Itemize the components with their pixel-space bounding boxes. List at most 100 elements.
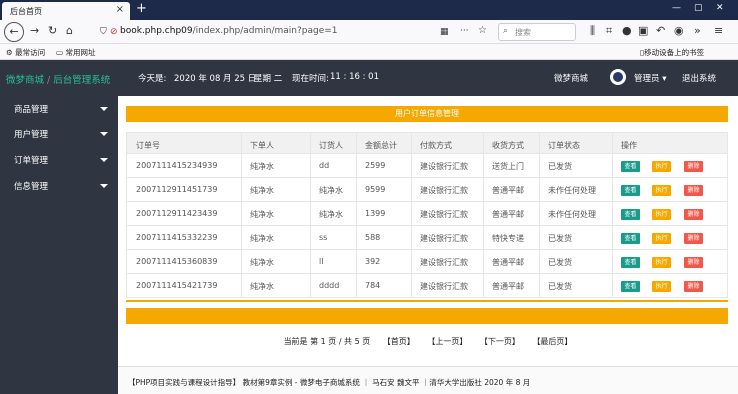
- crop-icon[interactable]: ⌗: [606, 24, 612, 38]
- forward-icon[interactable]: →: [30, 24, 39, 38]
- execute-button[interactable]: 执行: [652, 233, 671, 244]
- sidebar-item-label: 商品管理: [14, 105, 49, 115]
- user-menu[interactable]: 管理员 ▾: [634, 72, 666, 84]
- view-button[interactable]: 查看: [621, 161, 640, 172]
- browser-nav-bar: ← → ↻ ⌂ ⛉ ⊘ book.php.chp09/index.php/adm…: [0, 20, 738, 44]
- table-row: 2007111415421739 纯净水 dddd 784 建设银行汇款 普通平…: [126, 274, 728, 298]
- footer-text: 【PHP项目实践与课程设计指导】 教材第9章实例 - 微梦电子商城系统 ｜ 马石…: [128, 378, 531, 387]
- cell-payment: 建设银行汇款: [420, 234, 468, 243]
- cell-order-id: 2007111415234939: [136, 161, 218, 170]
- cell-delivery: 普通平邮: [492, 258, 524, 267]
- footer-bar: [126, 308, 728, 324]
- window-close-icon[interactable]: ✕: [716, 3, 724, 13]
- view-button[interactable]: 查看: [621, 233, 640, 244]
- cell-total: 9599: [365, 185, 386, 194]
- new-tab-icon[interactable]: +: [136, 1, 147, 16]
- page-footer: 【PHP项目实践与课程设计指导】 教材第9章实例 - 微梦电子商城系统 ｜ 马石…: [118, 366, 738, 394]
- sidebar-item-info[interactable]: 信息管理: [0, 173, 118, 199]
- brand[interactable]: 微梦商城 / 后台管理系统: [6, 72, 110, 86]
- column-divider: [612, 274, 613, 298]
- shop-name-link[interactable]: 微梦商城: [554, 72, 588, 84]
- column-divider: [241, 178, 242, 202]
- cell-buyer: 纯净水: [250, 186, 274, 195]
- execute-button[interactable]: 执行: [652, 209, 671, 220]
- undo-icon[interactable]: ↶: [656, 24, 665, 38]
- extension-icon[interactable]: ◉: [674, 24, 684, 38]
- delete-button[interactable]: 删除: [684, 257, 703, 268]
- more-icon[interactable]: ···: [460, 24, 469, 38]
- url-text: book.php.chp09/index.php/admin/main?page…: [120, 26, 338, 36]
- sidebar-item-label: 用户管理: [14, 130, 49, 140]
- bookmark-most-visited[interactable]: ⚙ 最常访问: [6, 47, 45, 58]
- view-button[interactable]: 查看: [621, 185, 640, 196]
- column-divider: [356, 154, 357, 178]
- star-icon[interactable]: ☆: [478, 24, 487, 38]
- reload-icon[interactable]: ↻: [48, 24, 57, 38]
- bookmark-label: 最常访问: [15, 48, 46, 57]
- col-actions: 操作: [621, 141, 637, 150]
- execute-button[interactable]: 执行: [652, 185, 671, 196]
- delete-button[interactable]: 删除: [684, 161, 703, 172]
- cell-buyer: 纯净水: [250, 210, 274, 219]
- minimize-icon[interactable]: —: [672, 3, 681, 13]
- column-divider: [483, 274, 484, 298]
- brand-subtitle: 后台管理系统: [53, 75, 111, 86]
- search-icon: ⌕: [503, 26, 509, 36]
- bookmark-common-sites[interactable]: ▭ 常用网址: [56, 47, 95, 58]
- sidebar-icon[interactable]: ▣: [638, 24, 648, 38]
- sidebar-item-products[interactable]: 商品管理: [0, 96, 118, 122]
- prev-page-link[interactable]: 【上一页】: [427, 337, 467, 346]
- execute-button[interactable]: 执行: [652, 161, 671, 172]
- cell-delivery: 普通平邮: [492, 186, 524, 195]
- cell-buyer: 纯净水: [250, 282, 274, 291]
- sidebar-item-users[interactable]: 用户管理: [0, 121, 118, 147]
- execute-button[interactable]: 执行: [652, 257, 671, 268]
- cell-buyer: 纯净水: [250, 258, 274, 267]
- sidebar-item-orders[interactable]: 订单管理: [0, 147, 118, 173]
- col-payment: 付款方式: [420, 141, 452, 150]
- library-icon[interactable]: ⫼: [590, 24, 595, 38]
- qr-icon[interactable]: ▦: [440, 25, 449, 39]
- view-button[interactable]: 查看: [621, 257, 640, 268]
- delete-button[interactable]: 删除: [684, 209, 703, 220]
- table-row: 2007111415332239 纯净水 ss 588 建设银行汇款 特快专递 …: [126, 226, 728, 250]
- bookmark-label: 移动设备上的书签: [644, 48, 705, 57]
- column-divider: [539, 133, 540, 153]
- col-receiver: 订货人: [319, 141, 343, 150]
- address-bar[interactable]: ⛉ ⊘ book.php.chp09/index.php/admin/main?…: [100, 23, 492, 41]
- cell-receiver: ss: [319, 233, 328, 242]
- overflow-icon[interactable]: »: [694, 24, 701, 38]
- chevron-down-icon: [100, 107, 108, 111]
- cell-order-id: 2007111415332239: [136, 233, 218, 242]
- cell-receiver: 纯净水: [319, 210, 343, 219]
- cell-delivery: 普通平邮: [492, 282, 524, 291]
- first-page-link[interactable]: 【首页】: [383, 337, 415, 346]
- close-tab-icon[interactable]: ×: [116, 4, 124, 15]
- maximize-icon[interactable]: ▢: [694, 3, 703, 13]
- delete-button[interactable]: 删除: [684, 281, 703, 292]
- menu-icon[interactable]: ≡: [714, 24, 723, 38]
- delete-button[interactable]: 删除: [684, 233, 703, 244]
- home-icon[interactable]: ⌂: [66, 24, 73, 38]
- execute-button[interactable]: 执行: [652, 281, 671, 292]
- view-button[interactable]: 查看: [621, 209, 640, 220]
- bookmark-mobile[interactable]: ▯移动设备上的书签: [640, 47, 704, 58]
- delete-button[interactable]: 删除: [684, 185, 703, 196]
- next-page-link[interactable]: 【下一页】: [480, 337, 520, 346]
- cell-order-id: 2007111415360839: [136, 257, 218, 266]
- column-divider: [241, 250, 242, 274]
- column-divider: [483, 133, 484, 153]
- last-page-link[interactable]: 【最后页】: [532, 337, 572, 346]
- chevron-down-icon: [100, 158, 108, 162]
- view-button[interactable]: 查看: [621, 281, 640, 292]
- logout-link[interactable]: 退出系统: [682, 72, 716, 84]
- cell-receiver: ll: [319, 257, 324, 266]
- shield-icon: ⛉: [100, 27, 107, 37]
- search-box[interactable]: ⌕ 搜索: [498, 23, 576, 41]
- avatar: [610, 69, 626, 85]
- browser-tab[interactable]: 后台首页 ×: [2, 2, 130, 20]
- chevron-down-icon: [100, 184, 108, 188]
- back-icon[interactable]: ←: [4, 22, 24, 42]
- chat-icon[interactable]: ●: [622, 24, 632, 38]
- column-divider: [356, 226, 357, 250]
